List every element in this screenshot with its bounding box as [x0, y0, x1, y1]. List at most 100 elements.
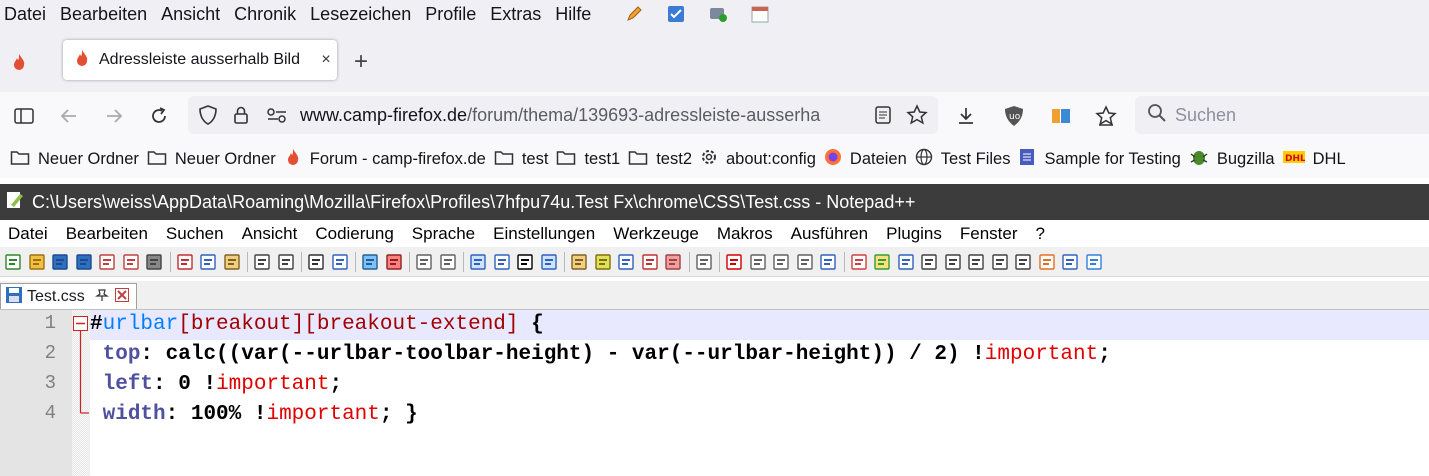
bookmark-item[interactable]: test2 [628, 148, 692, 171]
bookmark-item[interactable]: DHL DHL [1282, 149, 1346, 170]
bookmark-item[interactable]: Neuer Ordner [147, 148, 276, 171]
url-text[interactable]: www.camp-firefox.de/forum/thema/139693-a… [300, 105, 860, 126]
notepad-menu-item[interactable]: Ausführen [791, 224, 869, 244]
close-icon[interactable] [96, 251, 118, 273]
forward-icon[interactable] [96, 92, 132, 140]
menu-extras[interactable]: Extras [488, 4, 543, 25]
star-extension-icon[interactable] [1088, 92, 1124, 140]
find-icon[interactable] [305, 251, 327, 273]
bookmark-item[interactable]: Test Files [915, 148, 1010, 171]
zoom-in-icon[interactable] [359, 251, 381, 273]
notepad-menu-item[interactable]: Werkzeuge [613, 224, 699, 244]
notepad-menu-item[interactable]: Suchen [166, 224, 224, 244]
permissions-icon[interactable] [266, 106, 288, 129]
url-bar[interactable]: www.camp-firefox.de/forum/thema/139693-a… [188, 96, 938, 134]
compare-icon[interactable] [1036, 251, 1058, 273]
func-list-icon[interactable] [639, 251, 661, 273]
new-tab-button[interactable]: + [354, 48, 368, 76]
search-bar[interactable]: Suchen [1135, 96, 1429, 134]
calendar-icon[interactable] [749, 3, 771, 25]
arrow-first-icon[interactable] [942, 251, 964, 273]
downloads-icon[interactable] [948, 92, 984, 140]
notepad-menu-item[interactable]: Bearbeiten [66, 224, 148, 244]
lock-icon[interactable] [232, 105, 250, 130]
zoom-out-icon[interactable] [383, 251, 405, 273]
bookmark-star-icon[interactable] [906, 104, 928, 131]
save-all-icon[interactable] [73, 251, 95, 273]
pilcrow-icon[interactable] [491, 251, 513, 273]
shield-icon[interactable] [198, 105, 218, 130]
sync-h-icon[interactable] [437, 251, 459, 273]
plugin-b-icon[interactable] [871, 251, 893, 273]
sidebar-icon[interactable] [6, 92, 42, 140]
save-icon[interactable] [49, 251, 71, 273]
bookmark-item[interactable]: Dateien [824, 148, 907, 171]
paste-icon[interactable] [221, 251, 243, 273]
notepad-menu-item[interactable]: Makros [717, 224, 773, 244]
bookmark-item[interactable]: test1 [556, 148, 620, 171]
arrow-down-icon[interactable] [989, 251, 1011, 273]
reload-icon[interactable] [141, 92, 177, 140]
bookmark-item[interactable]: test [494, 148, 548, 171]
back-icon[interactable] [51, 92, 87, 140]
notepad-menu-item[interactable]: Plugins [886, 224, 942, 244]
doc-tab-test-css[interactable]: Test.css [0, 283, 137, 309]
print-icon[interactable] [143, 251, 165, 273]
menu-bearbeiten[interactable]: Bearbeiten [58, 4, 149, 25]
bookmark-item[interactable]: about:config [700, 148, 816, 171]
menu-lesezeichen[interactable]: Lesezeichen [308, 4, 413, 25]
notepad-menu-item[interactable]: Codierung [315, 224, 393, 244]
compare-b-icon[interactable] [1059, 251, 1081, 273]
extension-icon[interactable] [1043, 92, 1079, 140]
cut-icon[interactable] [174, 251, 196, 273]
tab-close-button[interactable]: × [315, 51, 337, 69]
monitor-icon[interactable] [693, 251, 715, 273]
undo-icon[interactable] [251, 251, 273, 273]
bookmark-item[interactable]: Neuer Ordner [10, 148, 139, 171]
notepad-menu-item[interactable]: Sprache [412, 224, 475, 244]
notepad-menu-item[interactable]: ? [1036, 224, 1045, 244]
json-icon[interactable] [1083, 251, 1105, 273]
pencil-icon[interactable] [623, 3, 645, 25]
code-line-1[interactable]: #urlbar[breakout][breakout-extend] { [90, 310, 1429, 340]
udl-icon[interactable] [568, 251, 590, 273]
screenshot-add-icon[interactable] [707, 3, 729, 25]
notepad-menu-item[interactable]: Fenster [960, 224, 1018, 244]
w3c-validator-icon[interactable] [665, 3, 687, 25]
firefox-view-flame-icon[interactable] [9, 52, 29, 77]
stop-icon[interactable] [747, 251, 769, 273]
save-macro-icon[interactable] [817, 251, 839, 273]
code-line-2[interactable]: top: calc((var(--urlbar-toolbar-height) … [90, 340, 1429, 370]
code-line-3[interactable]: left: 0 !important; [90, 370, 1429, 400]
reader-view-icon[interactable] [874, 105, 892, 130]
plugin-c-icon[interactable] [895, 251, 917, 273]
menu-profile[interactable]: Profile [423, 4, 478, 25]
plugin-d-icon[interactable] [918, 251, 940, 273]
doc-list-icon[interactable] [615, 251, 637, 273]
code-line-4[interactable]: width: 100% !important; } [90, 400, 1429, 430]
bookmark-item[interactable]: Forum - camp-firefox.de [284, 148, 486, 171]
arrow-last-icon[interactable] [1012, 251, 1034, 273]
plugin-a-icon[interactable] [848, 251, 870, 273]
arrow-up-icon[interactable] [965, 251, 987, 273]
editor-area[interactable]: 1 2 3 4 #urlbar[breakout][breakout-exten… [0, 310, 1429, 476]
folder-workspace-icon[interactable] [662, 251, 684, 273]
tab-active[interactable]: Adressleiste ausserhalb Bild × [63, 40, 337, 80]
open-icon[interactable] [26, 251, 48, 273]
sync-v-icon[interactable] [413, 251, 435, 273]
redo-icon[interactable] [275, 251, 297, 273]
dropdown-icon[interactable] [514, 251, 536, 273]
notepad-menu-item[interactable]: Einstellungen [493, 224, 595, 244]
notepad-menu-item[interactable]: Datei [8, 224, 48, 244]
menu-chronik[interactable]: Chronik [232, 4, 298, 25]
copy-icon[interactable] [197, 251, 219, 273]
play-multi-icon[interactable] [794, 251, 816, 273]
wrap-icon[interactable] [467, 251, 489, 273]
menu-datei[interactable]: Datei [2, 4, 48, 25]
new-file-icon[interactable] [2, 251, 24, 273]
indent-guide-icon[interactable] [538, 251, 560, 273]
notepad-menu-item[interactable]: Ansicht [242, 224, 298, 244]
menu-ansicht[interactable]: Ansicht [159, 4, 222, 25]
replace-icon[interactable] [329, 251, 351, 273]
record-icon[interactable] [723, 251, 745, 273]
